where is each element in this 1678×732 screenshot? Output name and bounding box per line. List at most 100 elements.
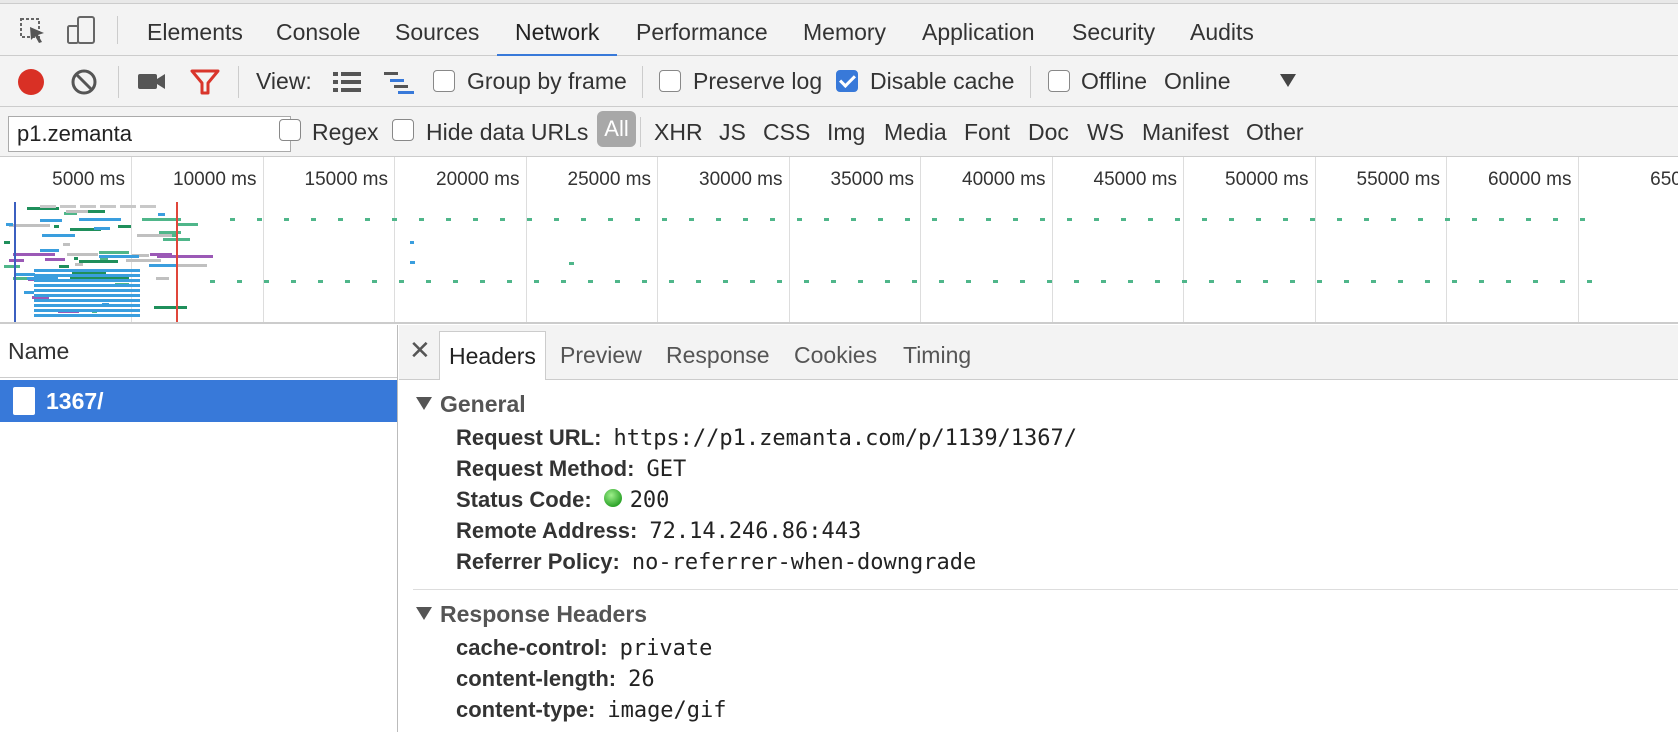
filter-type-doc[interactable]: Doc [1028, 107, 1069, 157]
response-header-value: private [619, 636, 713, 661]
waterfall-bar [1040, 218, 1045, 221]
waterfall-bar [54, 225, 59, 228]
device-toolbar-icon[interactable] [66, 14, 96, 46]
record-button[interactable] [18, 69, 44, 95]
response-header-key: cache-control: [456, 635, 608, 660]
response-header-row: content-type: image/gif [456, 697, 727, 723]
waterfall-bar [569, 262, 574, 265]
name-column-header[interactable]: Name [0, 325, 397, 378]
clear-icon[interactable] [70, 68, 98, 101]
waterfall-bar [40, 205, 56, 208]
waterfall-overview-icon[interactable] [384, 70, 414, 99]
waterfall-bar [178, 264, 207, 267]
waterfall-bar [993, 280, 998, 283]
waterfall-bar [1263, 280, 1268, 283]
preserve-log-checkbox[interactable] [659, 70, 681, 92]
throttling-dropdown-arrow-icon[interactable] [1280, 74, 1296, 87]
waterfall-bar [80, 205, 96, 208]
waterfall-bar [1047, 280, 1052, 283]
referrer-policy-row: Referrer Policy: no-referrer-when-downgra… [456, 549, 976, 575]
filter-type-all[interactable]: All [597, 111, 636, 147]
waterfall-bar [338, 218, 343, 221]
waterfall-bar [237, 280, 242, 283]
network-toolbar: View: Group by frame Preserve log Disabl… [0, 56, 1678, 107]
screenshot-camera-icon[interactable] [138, 70, 166, 97]
filter-type-other[interactable]: Other [1246, 107, 1304, 157]
general-section-title[interactable]: General [416, 391, 526, 418]
disable-cache-checkbox[interactable] [836, 70, 858, 92]
tab-audits[interactable]: Audits [1190, 8, 1254, 56]
filter-type-img[interactable]: Img [827, 107, 865, 157]
filter-type-css[interactable]: CSS [763, 107, 810, 157]
tab-memory[interactable]: Memory [803, 8, 886, 56]
document-icon [13, 387, 35, 415]
request-url-label: Request URL: [456, 425, 602, 450]
top-border [0, 0, 1678, 4]
filter-type-media[interactable]: Media [884, 107, 947, 157]
large-rows-icon[interactable] [333, 70, 361, 99]
waterfall-bar [210, 280, 215, 283]
waterfall-bar [419, 218, 424, 221]
regex-checkbox[interactable] [279, 119, 301, 141]
waterfall-bar [500, 218, 505, 221]
toolbar-separator [642, 66, 643, 98]
waterfall-bar [750, 280, 755, 283]
filter-type-font[interactable]: Font [964, 107, 1010, 157]
tab-cookies[interactable]: Cookies [794, 331, 877, 380]
waterfall-bar [1344, 280, 1349, 283]
filter-type-ws[interactable]: WS [1087, 107, 1124, 157]
offline-label[interactable]: Offline [1081, 56, 1147, 107]
close-icon[interactable]: ✕ [409, 335, 431, 366]
filter-icon[interactable] [190, 68, 220, 101]
waterfall-bar [1074, 280, 1079, 283]
waterfall-bar [1425, 280, 1430, 283]
waterfall-bar [40, 249, 59, 252]
waterfall-bar [67, 253, 92, 256]
offline-checkbox[interactable] [1048, 70, 1070, 92]
waterfall-bar [318, 280, 323, 283]
group-by-frame-label[interactable]: Group by frame [467, 56, 627, 107]
collapse-triangle-icon[interactable] [416, 397, 432, 411]
waterfall-bar [831, 280, 836, 283]
tab-preview[interactable]: Preview [560, 331, 642, 380]
regex-label[interactable]: Regex [312, 107, 378, 157]
network-overview-timeline[interactable]: 5000 ms 10000 ms 15000 ms 20000 ms 25000 ms 3… [0, 157, 1678, 324]
tab-sources[interactable]: Sources [395, 8, 479, 56]
tab-response[interactable]: Response [666, 331, 770, 380]
filter-separator [640, 117, 641, 147]
response-headers-section-title[interactable]: Response Headers [416, 601, 647, 628]
waterfall-bar [9, 259, 24, 262]
section-divider [413, 589, 1678, 590]
disable-cache-label[interactable]: Disable cache [870, 56, 1014, 107]
filter-type-xhr[interactable]: XHR [654, 107, 703, 157]
request-row[interactable]: 1367/ [0, 380, 397, 422]
preserve-log-label[interactable]: Preserve log [693, 56, 822, 107]
waterfall-bar [581, 218, 586, 221]
tab-network[interactable]: Network [496, 8, 618, 57]
group-by-frame-checkbox[interactable] [433, 70, 455, 92]
waterfall-bar [174, 255, 213, 258]
waterfall-bar [1101, 280, 1106, 283]
detail-tab-bar: ✕ Headers Preview Response Cookies Timin… [399, 325, 1678, 380]
waterfall-bar [689, 218, 694, 221]
waterfall-bar [1553, 218, 1558, 221]
hide-data-urls-checkbox[interactable] [392, 119, 414, 141]
throttling-select[interactable]: Online [1164, 56, 1230, 107]
tab-performance[interactable]: Performance [636, 8, 768, 56]
hide-data-urls-label[interactable]: Hide data URLs [426, 107, 588, 157]
tab-console[interactable]: Console [276, 8, 360, 56]
inspect-element-icon[interactable] [18, 14, 48, 46]
filter-type-js[interactable]: JS [719, 107, 746, 157]
tab-timing[interactable]: Timing [903, 331, 971, 380]
collapse-triangle-icon[interactable] [416, 607, 432, 621]
tab-elements[interactable]: Elements [147, 8, 243, 56]
waterfall-bar [75, 263, 83, 266]
filter-input[interactable] [8, 116, 291, 152]
filter-type-manifest[interactable]: Manifest [1142, 107, 1229, 157]
tab-application[interactable]: Application [922, 8, 1035, 56]
tab-security[interactable]: Security [1072, 8, 1155, 56]
waterfall-bar [142, 218, 181, 221]
waterfall-bar [257, 218, 262, 221]
tab-headers[interactable]: Headers [439, 331, 546, 380]
waterfall-bar [777, 280, 782, 283]
